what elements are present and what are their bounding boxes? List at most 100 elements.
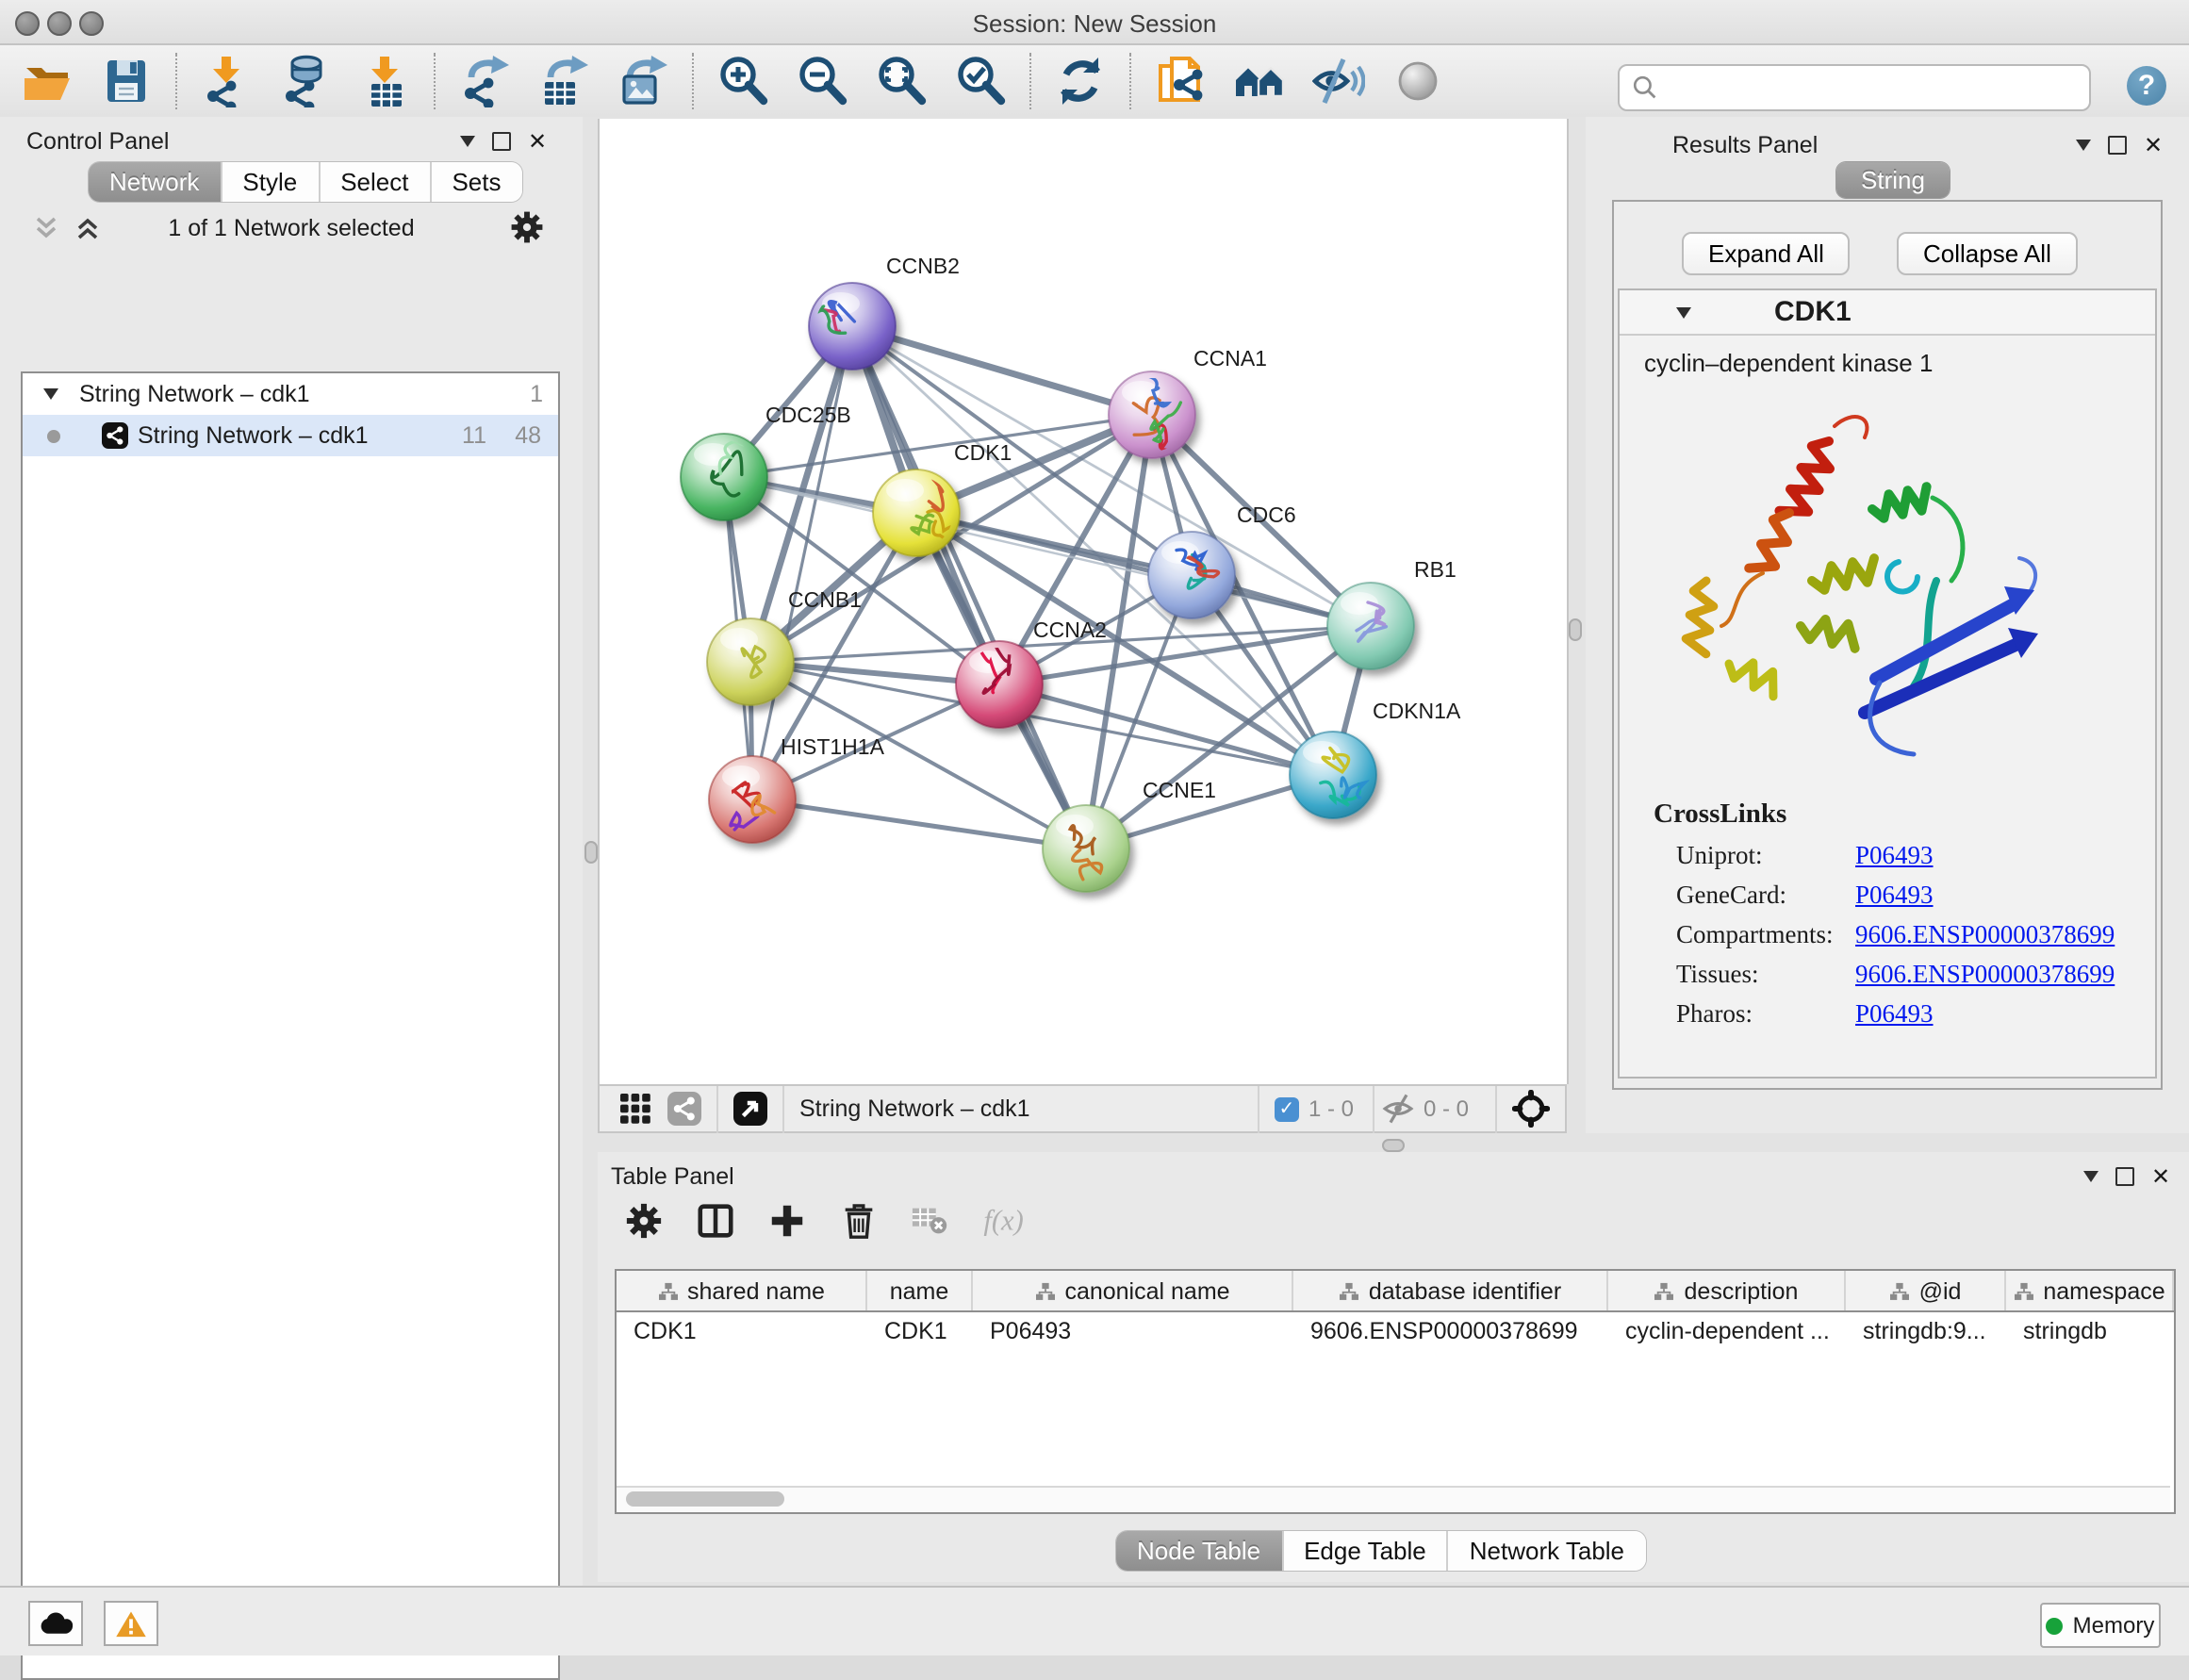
delete-icon[interactable] (839, 1201, 879, 1250)
crosslink-value-link[interactable]: 9606.ENSP00000378699 (1855, 920, 2115, 950)
network-options-gear-icon[interactable] (509, 209, 545, 255)
expand-all-button[interactable]: Expand All (1682, 232, 1851, 275)
tab-edge-table[interactable]: Edge Table (1283, 1531, 1449, 1571)
node-label-CCNE1: CCNE1 (1143, 778, 1216, 802)
tab-sets[interactable]: Sets (431, 162, 521, 202)
column-header-shared-name[interactable]: shared name (617, 1271, 867, 1310)
columns-icon[interactable] (696, 1201, 735, 1250)
float-panel-icon[interactable] (492, 132, 511, 151)
float-panel-icon[interactable] (2108, 136, 2127, 155)
home-icon[interactable] (1231, 53, 1288, 109)
grid-icon[interactable] (620, 1094, 650, 1124)
column-header-name[interactable]: name (867, 1271, 973, 1310)
node-HIST1H1A[interactable]: HIST1H1A (709, 734, 885, 843)
crosslink-value-link[interactable]: 9606.ENSP00000378699 (1855, 960, 2115, 990)
crosslink-value-link[interactable]: P06493 (1855, 881, 1934, 911)
node-label-RB1: RB1 (1414, 557, 1457, 582)
crosslink-value-link[interactable]: P06493 (1855, 841, 1934, 871)
table-horizontal-scrollbar[interactable] (617, 1486, 2170, 1512)
help-button[interactable]: ? (2127, 66, 2166, 106)
column-header-description[interactable]: description (1608, 1271, 1846, 1310)
column-header-database-identifier[interactable]: database identifier (1293, 1271, 1608, 1310)
cell-name[interactable]: CDK1 (867, 1312, 973, 1350)
show-details-icon[interactable] (1390, 53, 1446, 109)
cell-database-identifier[interactable]: 9606.ENSP00000378699 (1293, 1312, 1608, 1350)
export-image-icon[interactable] (615, 53, 671, 109)
edge-CCNB2-CCNE1[interactable] (852, 326, 1086, 848)
close-panel-icon[interactable]: ✕ (2151, 1167, 2170, 1186)
edge-HIST1H1A-CCNE1[interactable] (752, 799, 1086, 848)
close-panel-icon[interactable]: ✕ (528, 132, 547, 151)
memory-button[interactable]: Memory (2040, 1603, 2161, 1648)
scrollbar-thumb[interactable] (626, 1491, 784, 1507)
bottom-splitter-handle[interactable] (1382, 1139, 1405, 1152)
tab-select[interactable]: Select (320, 162, 431, 202)
node-section-header[interactable]: CDK1 (1620, 290, 2155, 336)
tree-row-network[interactable]: String Network – cdk1 11 48 (23, 415, 558, 456)
node-CDKN1A[interactable]: CDKN1A (1290, 699, 1461, 818)
float-panel-icon[interactable] (2115, 1167, 2134, 1186)
selected-checkbox[interactable]: ✓ (1275, 1096, 1299, 1121)
function-icon: f(x) (982, 1201, 1039, 1250)
left-splitter-handle[interactable] (584, 841, 598, 864)
crosslink-value-link[interactable]: P06493 (1855, 999, 1934, 1029)
collapse-panel-icon[interactable] (2076, 140, 2091, 151)
node-CCNA1[interactable]: CCNA1 (1109, 346, 1267, 458)
tree-row-collection[interactable]: String Network – cdk1 1 (23, 373, 558, 415)
zoom-in-icon[interactable] (715, 53, 771, 109)
gear-icon[interactable] (624, 1201, 664, 1250)
cell-@id[interactable]: stringdb:9... (1846, 1312, 2006, 1350)
refresh-view-icon[interactable] (1052, 53, 1109, 109)
import-database-icon[interactable] (277, 53, 334, 109)
table-row[interactable]: CDK1CDK1P064939606.ENSP00000378699cyclin… (617, 1312, 2174, 1350)
column-header-namespace[interactable]: namespace (2006, 1271, 2174, 1310)
section-disclosure-icon[interactable] (1676, 306, 1691, 318)
tab-style[interactable]: Style (222, 162, 320, 202)
tab-string[interactable]: String (1836, 162, 1950, 198)
column-header-@id[interactable]: @id (1846, 1271, 2006, 1310)
tab-network[interactable]: Network (89, 162, 222, 202)
copy-document-icon[interactable] (1152, 53, 1209, 109)
hide-details-icon[interactable] (1310, 53, 1367, 109)
tree-disclosure-icon[interactable] (43, 388, 58, 400)
save-session-icon[interactable] (98, 53, 155, 109)
export-table-icon[interactable] (535, 53, 592, 109)
tab-node-table[interactable]: Node Table (1116, 1531, 1283, 1571)
collapse-panel-icon[interactable] (2083, 1171, 2098, 1182)
network-canvas[interactable]: CCNB2 CCNA1 CDC25B CDK1 CDC6 RB1 CCNB1 C… (598, 119, 1569, 1084)
tab-network-table[interactable]: Network Table (1449, 1531, 1645, 1571)
birdseye-icon[interactable] (733, 1092, 767, 1126)
add-column-icon[interactable] (767, 1201, 807, 1250)
edge-CCNB2-CCNA1[interactable] (852, 326, 1152, 415)
zoom-fit-icon[interactable] (873, 53, 930, 109)
share-icon[interactable] (667, 1092, 701, 1126)
right-splitter-handle[interactable] (1569, 618, 1582, 641)
close-panel-icon[interactable]: ✕ (2144, 136, 2163, 155)
cell-description[interactable]: cyclin-dependent ... (1608, 1312, 1846, 1350)
crosshair-icon[interactable] (1512, 1090, 1550, 1128)
cell-canonical-name[interactable]: P06493 (973, 1312, 1293, 1350)
open-session-icon[interactable] (19, 53, 75, 109)
column-header-canonical-name[interactable]: canonical name (973, 1271, 1293, 1310)
zoom-out-icon[interactable] (794, 53, 850, 109)
search-box[interactable] (1618, 64, 2091, 111)
toolbar-separator (434, 53, 436, 109)
cell-shared-name[interactable]: CDK1 (617, 1312, 867, 1350)
node-count: 11 (462, 422, 486, 449)
warning-button[interactable] (104, 1601, 158, 1646)
zoom-selected-icon[interactable] (952, 53, 1009, 109)
import-table-icon[interactable] (356, 53, 413, 109)
edge-CDK1-RB1[interactable] (916, 513, 1371, 626)
node-RB1[interactable]: RB1 (1327, 557, 1457, 669)
collapse-all-button[interactable]: Collapse All (1897, 232, 2078, 275)
table-tabs: Node TableEdge TableNetwork Table (1116, 1531, 1645, 1571)
export-network-icon[interactable] (456, 53, 513, 109)
warning-icon (115, 1609, 147, 1638)
import-network-icon[interactable] (198, 53, 255, 109)
crosslink-row: Pharos: P06493 (1676, 999, 2155, 1029)
cloud-button[interactable] (28, 1601, 83, 1646)
search-input[interactable] (1665, 73, 2078, 103)
crosslink-row: Tissues: 9606.ENSP00000378699 (1676, 960, 2155, 990)
cell-namespace[interactable]: stringdb (2006, 1312, 2174, 1350)
collapse-panel-icon[interactable] (460, 136, 475, 147)
